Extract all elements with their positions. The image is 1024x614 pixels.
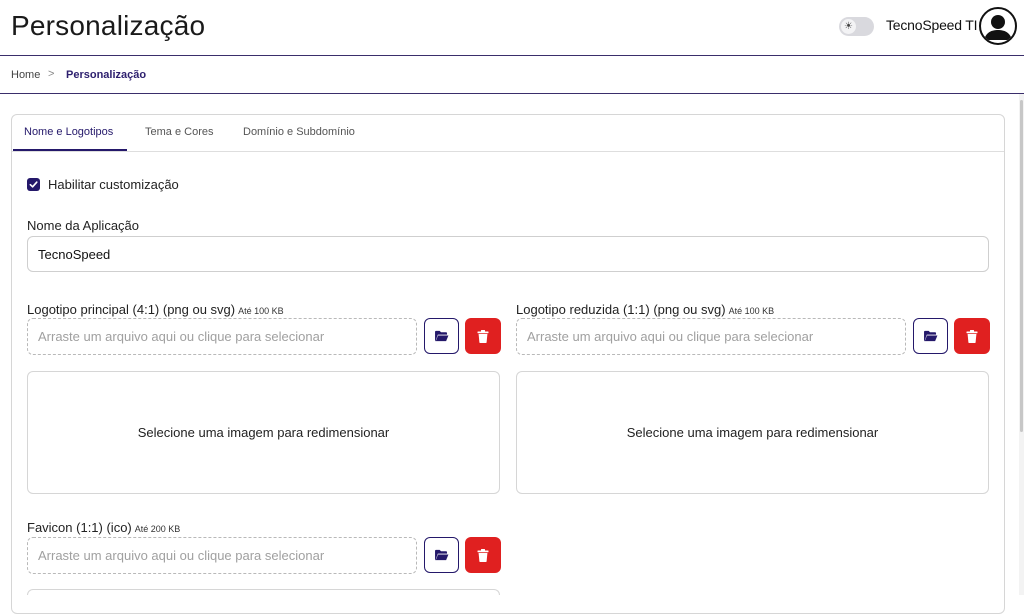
favicon-label: Favicon (1:1) (ico) Até 200 KB [27,520,180,535]
tab-bar: Nome e Logotipos Tema e Cores Domínio e … [12,115,1004,152]
tab-dominio-e-subdominio[interactable]: Domínio e Subdomínio [243,126,355,138]
favicon-delete-button[interactable] [465,537,501,573]
chevron-right-icon: > [48,68,55,80]
app-name-label: Nome da Aplicação [27,218,140,233]
logo-main-dropzone[interactable]: Arraste um arquivo aqui ou clique para s… [27,318,417,355]
page-title: Personalização [11,10,206,41]
enable-customization-label: Habilitar customização [48,177,179,192]
avatar[interactable] [979,7,1017,45]
logo-main-label: Logotipo principal (4:1) (png ou svg) Até… [27,302,284,317]
favicon-size-hint: Até 200 KB [134,524,181,534]
logo-reduced-preview[interactable]: Selecione uma imagem para redimensionar [516,371,989,494]
app-name-input[interactable] [27,236,989,272]
favicon-label-text: Favicon (1:1) (ico) [27,520,132,535]
logo-main-label-text: Logotipo principal (4:1) (png ou svg) [27,302,236,317]
logo-main-delete-button[interactable] [465,318,501,354]
favicon-browse-button[interactable] [424,537,459,573]
tab-nome-e-logotipos[interactable]: Nome e Logotipos [24,126,113,138]
user-icon [984,15,1012,40]
folder-open-icon [924,330,938,342]
check-icon [29,181,38,188]
theme-toggle[interactable]: ☀ [839,17,874,36]
logo-reduced-dropzone[interactable]: Arraste um arquivo aqui ou clique para s… [516,318,906,355]
favicon-preview[interactable] [27,589,500,595]
breadcrumb: Home > Personalização [0,57,1024,94]
breadcrumb-current: Personalização [66,69,147,81]
user-name[interactable]: TecnoSpeed TI [886,17,978,33]
trash-icon [966,329,978,343]
folder-open-icon [435,330,449,342]
sun-icon: ☀ [841,19,856,34]
logo-main-browse-button[interactable] [424,318,459,354]
logo-main-size-hint: Até 100 KB [238,306,284,316]
top-bar: Personalização ☀ TecnoSpeed TI [0,0,1024,56]
breadcrumb-home[interactable]: Home [11,69,40,81]
logo-main-preview[interactable]: Selecione uma imagem para redimensionar [27,371,500,494]
logo-reduced-browse-button[interactable] [913,318,948,354]
favicon-dropzone[interactable]: Arraste um arquivo aqui ou clique para s… [27,537,417,574]
logo-reduced-label: Logotipo reduzida (1:1) (png ou svg) Até … [516,302,774,317]
enable-customization-checkbox[interactable] [27,178,40,191]
trash-icon [477,548,489,562]
folder-open-icon [435,549,449,561]
tab-tema-e-cores[interactable]: Tema e Cores [145,126,213,138]
logo-reduced-delete-button[interactable] [954,318,990,354]
trash-icon [477,329,489,343]
logo-reduced-size-hint: Até 100 KB [728,306,775,316]
logo-reduced-label-text: Logotipo reduzida (1:1) (png ou svg) [516,302,726,317]
active-tab-indicator [13,149,127,151]
scrollbar-thumb[interactable] [1020,100,1023,432]
